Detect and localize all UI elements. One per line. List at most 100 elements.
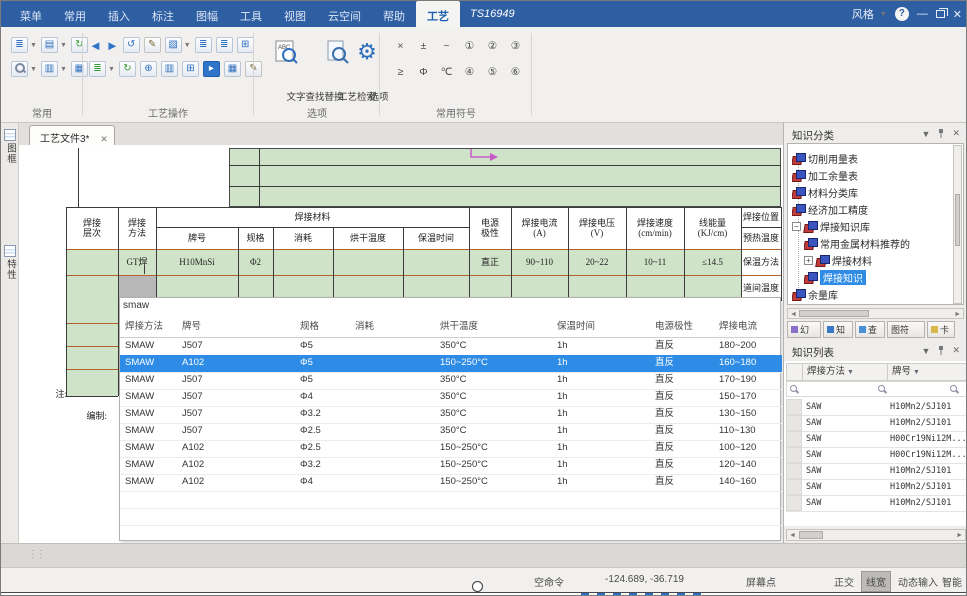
options-button[interactable]: ⚙ 选项 [355, 33, 379, 105]
dropdown-cell[interactable]: 120~140 [719, 457, 779, 473]
card-cell[interactable]: 20~22 [568, 249, 626, 275]
dropdown-cell[interactable]: 直反 [655, 372, 711, 388]
menu-item[interactable]: 标注 [141, 1, 185, 27]
dropdown-cell[interactable]: 100~120 [719, 440, 779, 456]
tree-item[interactable]: 经济加工精度 [792, 201, 868, 217]
row-selector-cell[interactable] [786, 463, 802, 479]
dropdown-cell[interactable]: SMAW [125, 440, 174, 456]
dropdown-cell[interactable]: 130~150 [719, 406, 779, 422]
filter-magnifier-icon[interactable] [878, 385, 887, 394]
dropdown-cell[interactable]: 140~160 [719, 474, 779, 490]
dropdown-cell[interactable]: 350°C [440, 406, 549, 422]
card-cell[interactable]: 直正 [469, 249, 511, 275]
tree-hscrollbar[interactable]: ◄ ► [787, 308, 964, 319]
dropdown-cell[interactable]: Φ2.5 [300, 440, 347, 456]
list-hscrollbar[interactable]: ◄ ► [786, 529, 966, 541]
export-caret-icon[interactable]: ▼ [60, 66, 67, 73]
open-doc-icon[interactable]: ▤ [41, 37, 58, 53]
symbol-button[interactable]: ③ [504, 39, 527, 54]
sidebar-dock-tab[interactable]: 查 [855, 321, 885, 338]
sidebar-dock-tab[interactable]: 幻 [787, 321, 821, 338]
menu-item[interactable]: 图幅 [185, 1, 229, 27]
dropdown-cell[interactable]: 150~170 [719, 389, 779, 405]
symbol-button[interactable]: × [389, 39, 412, 54]
dropdown-cell[interactable]: Φ3.2 [300, 406, 347, 422]
list-cell-method[interactable]: SAW [806, 479, 884, 495]
card-cell[interactable]: 10~11 [626, 249, 684, 275]
dropdown-cell[interactable]: 直反 [655, 474, 711, 490]
row-selector-cell[interactable] [786, 447, 802, 463]
tree-item[interactable]: −焊接知识库 [792, 218, 870, 234]
dock-tab-frame[interactable]: 图框 [3, 129, 17, 164]
new-doc-icon[interactable]: ≣ [11, 37, 28, 53]
tree-item[interactable]: 余量库 [792, 286, 838, 302]
toolbar-grip[interactable]: ⋮⋮ [28, 549, 44, 560]
list-cell-brand[interactable]: H10Mn2/SJ101 [890, 415, 967, 431]
open-doc-caret-icon[interactable]: ▼ [60, 42, 67, 49]
dropdown-cell[interactable]: 直反 [655, 406, 711, 422]
dropdown-cell[interactable]: 1h [557, 355, 647, 371]
dropdown-cell[interactable]: 180~200 [719, 338, 779, 354]
sidebar-dock-tab[interactable]: 图符 [887, 321, 925, 338]
list-column-header[interactable]: 牌号 ▼ [887, 363, 967, 381]
symbol-button[interactable]: Φ [412, 65, 435, 80]
dropdown-cell[interactable]: 150~250°C [440, 355, 549, 371]
scroll-left-icon[interactable]: ◄ [789, 531, 796, 541]
card-cell[interactable] [66, 275, 118, 301]
status-toggle[interactable]: 正交 [829, 571, 859, 592]
tree-item[interactable]: 常用金属材料推荐的 [804, 235, 910, 251]
dropdown-cell[interactable]: J507 [182, 406, 292, 422]
dropdown-cell[interactable]: 350°C [440, 423, 549, 439]
dropdown-cell[interactable]: A102 [182, 474, 292, 490]
tree-item[interactable]: +焊接材料 [804, 252, 872, 268]
tree-vscrollbar[interactable] [953, 145, 962, 304]
list-hscroll-thumb[interactable] [799, 531, 823, 539]
doc-blue-icon[interactable]: ≣ [195, 37, 212, 53]
status-toggle[interactable]: 智能 [937, 571, 967, 592]
dropdown-cell[interactable]: Φ4 [300, 474, 347, 490]
dropdown-cell[interactable]: Φ5 [300, 372, 347, 388]
dropdown-cell[interactable]: 1h [557, 338, 647, 354]
dropdown-cell[interactable]: SMAW [125, 389, 174, 405]
symbol-button[interactable]: ⑤ [481, 65, 504, 80]
panel-menu-icon[interactable]: ▼ [922, 129, 931, 139]
grid-icon[interactable]: ⊞ [182, 61, 199, 77]
dropdown-cell[interactable]: SMAW [125, 474, 174, 490]
menu-item[interactable]: 视图 [273, 1, 317, 27]
zoom-tool-icon[interactable] [11, 61, 28, 77]
symbol-button[interactable]: ② [481, 39, 504, 54]
drawing-canvas[interactable]: 焊接层次焊接方法牌号规格消耗烘干温度保温时间电源极性焊接电流(A)焊接电压(V)… [19, 145, 783, 543]
tree-item[interactable]: 材料分类库 [792, 184, 858, 200]
tab-close-icon[interactable]: ✕ [100, 134, 108, 144]
list-cell-brand[interactable]: H10Mn2/SJ101 [890, 463, 967, 479]
card-cell[interactable] [333, 249, 403, 275]
menu-item[interactable]: 帮助 [372, 1, 416, 27]
arrow-annotation[interactable] [468, 146, 500, 163]
panel-close-icon[interactable]: ✕ [952, 128, 960, 139]
sort-caret-icon[interactable]: ▼ [911, 369, 920, 376]
dropdown-cell[interactable]: SMAW [125, 406, 174, 422]
panel-menu-icon[interactable]: ▼ [922, 346, 931, 356]
plus-expander-icon[interactable]: + [804, 256, 813, 265]
pages-icon[interactable]: ▥ [161, 61, 178, 77]
dropdown-cell[interactable]: 1h [557, 440, 647, 456]
list-cell-method[interactable]: SAW [806, 431, 884, 447]
dropdown-cell[interactable]: A102 [182, 355, 292, 371]
recycle-icon[interactable]: ↻ [119, 61, 136, 77]
document-tab[interactable]: 工艺文件3* ✕ [29, 125, 115, 145]
symbol-button[interactable]: ~ [435, 39, 458, 54]
play-icon[interactable]: ▸ [203, 61, 220, 77]
card-cell[interactable] [403, 249, 469, 275]
help-icon[interactable]: ? [895, 7, 909, 21]
dropdown-cell[interactable]: SMAW [125, 423, 174, 439]
dropdown-cell[interactable]: 1h [557, 372, 647, 388]
dropdown-header[interactable]: 焊接方法 [125, 319, 174, 335]
tree-hscroll-thumb[interactable] [799, 310, 869, 317]
dropdown-cell[interactable]: 350°C [440, 338, 549, 354]
card-cell[interactable]: ≤14.5 [684, 249, 741, 275]
dropdown-header[interactable]: 牌号 [182, 319, 292, 335]
link-icon[interactable]: ⊕ [140, 61, 157, 77]
dropdown-cell[interactable]: 150~250°C [440, 440, 549, 456]
image-icon[interactable]: ▧ [165, 37, 182, 53]
status-toggle[interactable]: 线宽 [861, 571, 891, 592]
